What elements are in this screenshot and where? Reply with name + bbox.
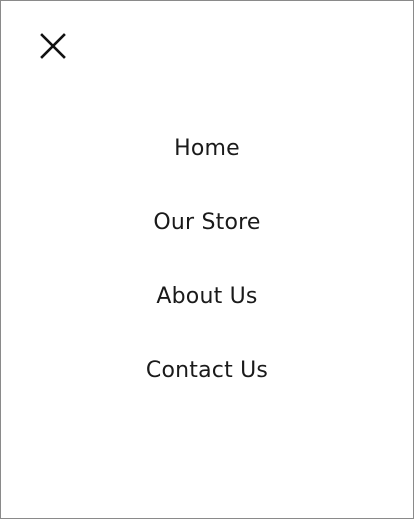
nav-link-about-us[interactable]: About Us [156,277,257,317]
close-button[interactable] [37,30,69,62]
close-icon [39,32,67,60]
mobile-menu-panel: Home Our Store About Us Contact Us [0,0,414,519]
nav-item-about-us: About Us [1,277,413,351]
nav-item-our-store: Our Store [1,203,413,277]
nav-link-home[interactable]: Home [174,129,240,169]
nav-link-contact-us[interactable]: Contact Us [146,351,268,391]
nav-item-contact-us: Contact Us [1,351,413,425]
nav-menu: Home Our Store About Us Contact Us [1,129,413,425]
nav-link-our-store[interactable]: Our Store [153,203,260,243]
nav-item-home: Home [1,129,413,203]
